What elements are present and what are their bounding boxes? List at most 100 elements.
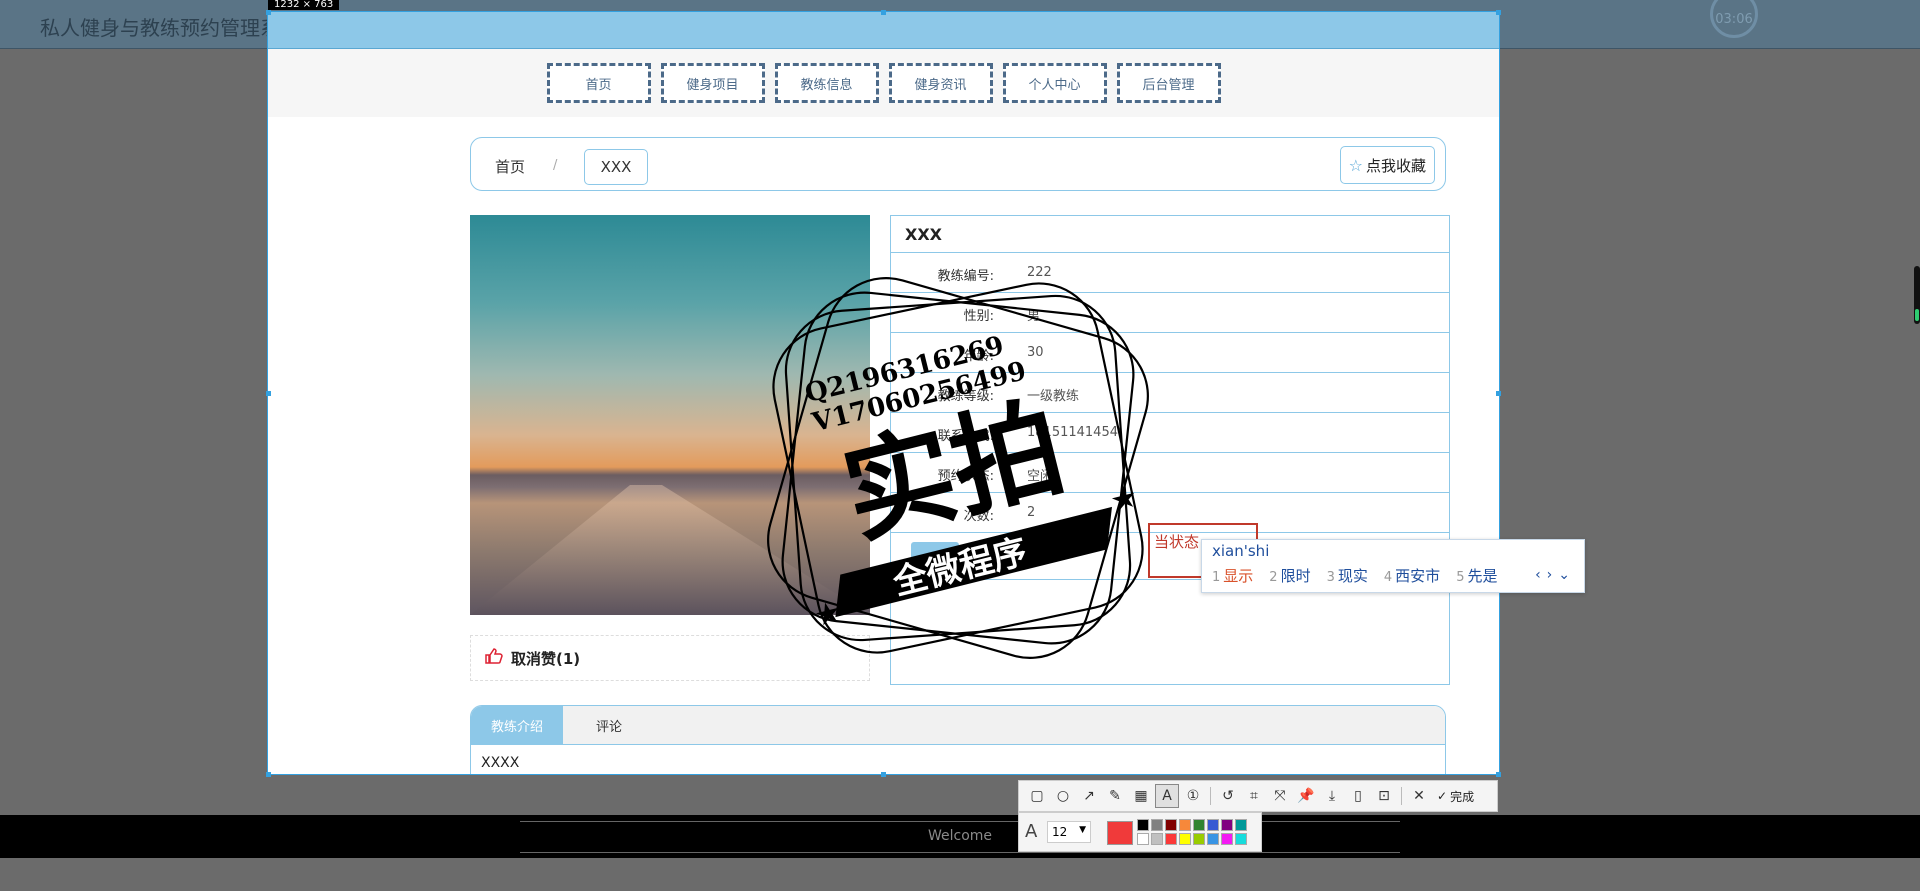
pen-tool-icon[interactable]: ✎	[1103, 784, 1127, 808]
text-tool-icon[interactable]: A	[1155, 784, 1179, 808]
photo-road	[470, 485, 870, 615]
color-swatch[interactable]	[1207, 819, 1219, 831]
ime-candidate[interactable]: 3 现实	[1327, 565, 1368, 586]
nav-item-personal-center[interactable]: 个人中心	[1002, 63, 1107, 103]
book-button[interactable]	[911, 542, 959, 570]
nav-item-fitness-news[interactable]: 健身资讯	[888, 63, 993, 103]
download-icon[interactable]: ⤓	[1320, 784, 1344, 808]
info-value: 一级教练	[1027, 389, 1080, 404]
pin-icon[interactable]: 📌	[1294, 784, 1318, 808]
text-style-palette: A 12	[1018, 812, 1262, 852]
check-icon: ✓	[1437, 789, 1448, 803]
nav-item-coach-info[interactable]: 教练信息	[774, 63, 879, 103]
arrow-tool-icon[interactable]: ↗	[1077, 784, 1101, 808]
footer-divider	[520, 852, 1400, 853]
tab-coach-intro[interactable]: 教练介绍	[471, 706, 563, 744]
color-swatch[interactable]	[1207, 833, 1219, 845]
resize-handle[interactable]	[266, 772, 271, 777]
info-value: 30	[1027, 345, 1044, 360]
color-swatch[interactable]	[1165, 819, 1177, 831]
breadcrumb-home[interactable]: 首页	[495, 156, 525, 177]
ime-candidate[interactable]: 4 西安市	[1384, 565, 1440, 586]
info-row: 年龄: 30	[891, 333, 1449, 373]
resize-handle[interactable]	[1496, 391, 1501, 396]
ime-candidate[interactable]: 2 限时	[1269, 565, 1310, 586]
info-value: 男	[1027, 309, 1041, 324]
capture-region[interactable]: 首页 健身项目 教练信息 健身资讯 个人中心 后台管理 首页 / XXX ☆ 点…	[267, 11, 1500, 775]
toolbar-divider	[1401, 787, 1402, 805]
star-icon: ☆	[1348, 155, 1363, 175]
footer-divider	[520, 821, 1400, 822]
color-swatch[interactable]	[1137, 833, 1149, 845]
font-icon: A	[1025, 821, 1038, 842]
capture-header	[268, 12, 1499, 49]
info-row: 预约状态: 空闲	[891, 453, 1449, 493]
favorite-button[interactable]: ☆ 点我收藏	[1339, 146, 1435, 184]
coach-photo	[470, 215, 870, 615]
info-label: 教练编号:	[937, 269, 994, 284]
translate-icon[interactable]: ⤧	[1268, 784, 1292, 808]
color-swatch[interactable]	[1151, 833, 1163, 845]
main-nav: 首页 健身项目 教练信息 健身资讯 个人中心 后台管理	[268, 49, 1499, 117]
ime-candidate[interactable]: 1 显示	[1212, 565, 1253, 586]
info-value: 222	[1027, 265, 1052, 280]
tab-content: XXXX	[481, 755, 520, 771]
app-title: 私人健身与教练预约管理系统	[40, 16, 300, 40]
info-label: 性别:	[963, 309, 994, 324]
info-value: 空闲	[1027, 469, 1054, 484]
thumbs-up-icon	[485, 647, 503, 669]
color-swatch[interactable]	[1179, 833, 1191, 845]
ime-candidate[interactable]: 5 先是	[1456, 565, 1497, 586]
undo-icon[interactable]: ↺	[1216, 784, 1240, 808]
ellipse-tool-icon[interactable]: ○	[1051, 784, 1075, 808]
resize-handle[interactable]	[881, 10, 886, 15]
color-swatch[interactable]	[1193, 819, 1205, 831]
resize-handle[interactable]	[266, 10, 271, 15]
info-label: 次数:	[963, 509, 994, 524]
color-swatch[interactable]	[1221, 833, 1233, 845]
done-label: 完成	[1450, 789, 1475, 804]
ime-candidates: 1 显示 2 限时 3 现实 4 西安市 5 先是	[1212, 565, 1497, 586]
nav-item-fitness-projects[interactable]: 健身项目	[660, 63, 765, 103]
bookmark-icon[interactable]: ⊡	[1372, 784, 1396, 808]
color-swatch[interactable]	[1221, 819, 1233, 831]
detail-tabs: 教练介绍 评论 XXXX	[470, 705, 1446, 774]
info-label: 联系方式:	[937, 429, 994, 444]
capture-size-label: 1232 × 763	[268, 0, 340, 10]
done-button[interactable]: ✓ 完成	[1437, 788, 1474, 805]
tab-row: 教练介绍 评论	[471, 706, 1445, 745]
color-swatch[interactable]	[1179, 819, 1191, 831]
resize-handle[interactable]	[1496, 10, 1501, 15]
font-size-select[interactable]: 12	[1047, 821, 1091, 843]
color-swatch[interactable]	[1193, 833, 1205, 845]
close-icon[interactable]: ✕	[1407, 784, 1431, 808]
breadcrumb-separator: /	[553, 158, 558, 173]
color-swatch[interactable]	[1137, 819, 1149, 831]
number-tool-icon[interactable]: ①	[1181, 784, 1205, 808]
color-swatch[interactable]	[1235, 833, 1247, 845]
color-swatch[interactable]	[1165, 833, 1177, 845]
favorite-label: 点我收藏	[1365, 156, 1426, 175]
info-label: 年龄:	[963, 349, 994, 364]
resize-handle[interactable]	[266, 391, 271, 396]
info-row: 教练等级: 一级教练	[891, 373, 1449, 413]
current-color-swatch[interactable]	[1107, 821, 1133, 845]
nav-item-home[interactable]: 首页	[546, 63, 651, 103]
side-scrollbar[interactable]	[1914, 266, 1920, 324]
color-swatches	[1137, 819, 1248, 846]
nav-item-admin[interactable]: 后台管理	[1116, 63, 1221, 103]
mosaic-tool-icon[interactable]: ▦	[1129, 784, 1153, 808]
breadcrumb: 首页 / XXX ☆ 点我收藏	[470, 137, 1446, 191]
info-row: 教练编号: 222	[891, 253, 1449, 293]
like-button[interactable]: 取消赞(1)	[470, 635, 870, 681]
color-swatch[interactable]	[1235, 819, 1247, 831]
ime-page-arrows-icon[interactable]: ‹›⌄	[1535, 567, 1576, 583]
color-swatch[interactable]	[1151, 819, 1163, 831]
rectangle-tool-icon[interactable]: ▢	[1025, 784, 1049, 808]
phone-icon[interactable]: ▯	[1346, 784, 1370, 808]
resize-handle[interactable]	[881, 772, 886, 777]
resize-handle[interactable]	[1496, 772, 1501, 777]
capture-toolbar: ▢ ○ ↗ ✎ ▦ A ① ↺ ⌗ ⤧ 📌 ⤓ ▯ ⊡ ✕ ✓ 完成	[1018, 780, 1498, 812]
ocr-icon[interactable]: ⌗	[1242, 784, 1266, 808]
tab-comments[interactable]: 评论	[563, 706, 655, 744]
